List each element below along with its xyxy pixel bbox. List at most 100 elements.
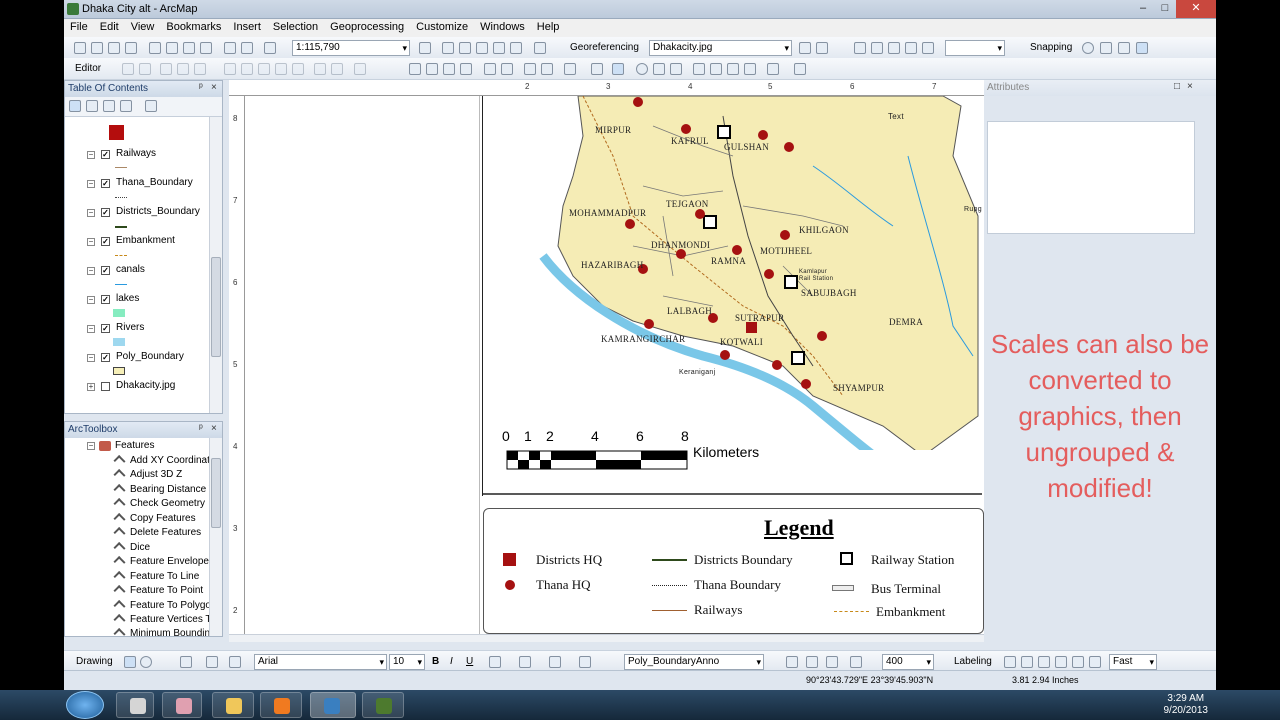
layout-toolbar-icon[interactable] bbox=[854, 42, 866, 54]
map-scale-select[interactable]: 1:115,790 bbox=[292, 40, 410, 56]
toc-layer-thana-boundary[interactable]: − ✓ Thana_Boundary bbox=[65, 177, 210, 191]
annotation-class-select[interactable]: Poly_BoundaryAnno bbox=[624, 654, 764, 670]
tool-item[interactable]: Feature To Point bbox=[65, 584, 210, 598]
toc-layer-dhakacity-jpg[interactable]: + Dhakacity.jpg bbox=[65, 380, 210, 394]
label-priority-icon[interactable] bbox=[1021, 656, 1033, 668]
python-window-icon[interactable] bbox=[510, 42, 522, 54]
goto-xy-icon[interactable] bbox=[727, 63, 739, 75]
paste-icon[interactable] bbox=[183, 42, 195, 54]
tool-item[interactable]: Add XY Coordinate bbox=[65, 454, 215, 468]
create-features-icon[interactable] bbox=[354, 63, 366, 75]
editor-toolbar-icon[interactable] bbox=[419, 42, 431, 54]
text-icon[interactable] bbox=[206, 656, 218, 668]
end-snap-icon[interactable] bbox=[1100, 42, 1112, 54]
layer-visibility-checkbox[interactable]: ✓ bbox=[101, 150, 110, 159]
labeling-menu[interactable]: Labeling bbox=[954, 656, 992, 667]
toolbox-scroll-thumb[interactable] bbox=[211, 458, 221, 528]
pin-icon[interactable]: ᵖ bbox=[199, 82, 203, 93]
toc-layer-railways[interactable]: − ✓ Railways bbox=[65, 148, 210, 162]
edit-vertices-icon[interactable] bbox=[224, 63, 236, 75]
find-icon[interactable] bbox=[693, 63, 705, 75]
menu-windows[interactable]: Windows bbox=[474, 19, 531, 35]
layer-visibility-checkbox[interactable]: ✓ bbox=[101, 324, 110, 333]
menu-customize[interactable]: Customize bbox=[410, 19, 474, 35]
menu-edit[interactable]: Edit bbox=[94, 19, 125, 35]
link-table-icon[interactable] bbox=[816, 42, 828, 54]
new-icon[interactable] bbox=[74, 42, 86, 54]
fixed-zoom-in-icon[interactable] bbox=[871, 42, 883, 54]
bold-button[interactable]: B bbox=[432, 656, 439, 667]
tool-item[interactable]: Adjust 3D Z bbox=[65, 468, 210, 482]
toc-scroll-thumb[interactable] bbox=[211, 257, 221, 357]
close-button[interactable]: ✕ bbox=[1176, 0, 1216, 18]
zoom-percent-input[interactable]: 400 bbox=[882, 654, 934, 670]
reshape-icon[interactable] bbox=[241, 63, 253, 75]
drawing-menu[interactable]: Drawing bbox=[76, 656, 113, 667]
save-icon[interactable] bbox=[108, 42, 120, 54]
expand-icon[interactable]: + bbox=[87, 383, 95, 391]
rotate-feature-icon[interactable] bbox=[292, 63, 304, 75]
fixed-zoom-out-icon[interactable] bbox=[888, 42, 900, 54]
find-route-icon[interactable] bbox=[710, 63, 722, 75]
tool-item[interactable]: Feature To Polygo bbox=[65, 599, 211, 613]
tool-item[interactable]: Feature Vertices To bbox=[65, 613, 216, 627]
label-weight-icon[interactable] bbox=[1038, 656, 1050, 668]
collapse-icon[interactable]: − bbox=[87, 180, 95, 188]
rectangle-icon[interactable] bbox=[180, 656, 192, 668]
vertex-snap-icon[interactable] bbox=[1118, 42, 1130, 54]
trace-icon[interactable] bbox=[194, 63, 206, 75]
html-popup-icon[interactable] bbox=[670, 63, 682, 75]
italic-button[interactable]: I bbox=[450, 656, 453, 667]
split-icon[interactable] bbox=[275, 63, 287, 75]
attributes-icon[interactable] bbox=[314, 63, 326, 75]
catalog-window-icon[interactable] bbox=[459, 42, 471, 54]
collapse-icon[interactable]: − bbox=[87, 209, 95, 217]
toolset-features[interactable]: − Features bbox=[65, 439, 210, 453]
open-icon[interactable] bbox=[91, 42, 103, 54]
tool-item[interactable]: Copy Features bbox=[65, 512, 210, 526]
list-by-visibility-icon[interactable] bbox=[103, 100, 115, 112]
rotation-input[interactable] bbox=[945, 40, 1005, 56]
maximize-button[interactable]: □ bbox=[1152, 0, 1178, 18]
toc-layer-lakes[interactable]: − ✓ lakes bbox=[65, 293, 210, 307]
menu-help[interactable]: Help bbox=[531, 19, 566, 35]
add-data-icon[interactable] bbox=[264, 42, 276, 54]
pin-icon[interactable]: ᵖ bbox=[199, 423, 203, 434]
measure-icon[interactable] bbox=[767, 63, 779, 75]
font-select[interactable]: Arial bbox=[254, 654, 387, 670]
label-manager-icon[interactable] bbox=[1004, 656, 1016, 668]
fill-color-icon[interactable] bbox=[519, 656, 531, 668]
hyperlink-icon[interactable] bbox=[653, 63, 665, 75]
model-builder-icon[interactable] bbox=[534, 42, 546, 54]
georeferencing-menu[interactable]: Georeferencing bbox=[570, 42, 639, 53]
toolbox-scrollbar[interactable] bbox=[209, 438, 222, 636]
edit-tool-icon[interactable] bbox=[122, 63, 134, 75]
list-by-source-icon[interactable] bbox=[86, 100, 98, 112]
menu-view[interactable]: View bbox=[125, 19, 161, 35]
ungroup-icon[interactable] bbox=[850, 656, 862, 668]
print-icon[interactable] bbox=[125, 42, 137, 54]
map-frame[interactable]: MIRPUR KAFRUL GULSHAN TEJGAON MOHAMMADPU… bbox=[482, 96, 982, 496]
close-attributes-icon[interactable]: × bbox=[1187, 81, 1193, 92]
group-icon[interactable] bbox=[826, 656, 838, 668]
endpoint-arc-icon[interactable] bbox=[177, 63, 189, 75]
full-extent-icon[interactable] bbox=[460, 63, 472, 75]
layout-view[interactable]: 2 3 4 5 6 7 8 7 6 5 4 3 2 MIRPUR KAFRUL … bbox=[229, 80, 984, 642]
legend-box[interactable]: Legend Districts HQ Thana HQ Districts B… bbox=[483, 508, 984, 634]
toc-options-icon[interactable] bbox=[145, 100, 157, 112]
straight-segment-icon[interactable] bbox=[160, 63, 172, 75]
pause-labeling-icon[interactable] bbox=[1072, 656, 1084, 668]
view-unplaced-icon[interactable] bbox=[1089, 656, 1101, 668]
lock-labels-icon[interactable] bbox=[1055, 656, 1067, 668]
point-snap-icon[interactable] bbox=[1082, 42, 1094, 54]
layout-horizontal-scrollbar[interactable] bbox=[229, 634, 984, 642]
clear-selection-icon[interactable] bbox=[591, 63, 603, 75]
list-by-selection-icon[interactable] bbox=[120, 100, 132, 112]
select-features-icon[interactable] bbox=[564, 63, 576, 75]
tool-item[interactable]: Feature To Line bbox=[65, 570, 210, 584]
layer-visibility-checkbox[interactable]: ✓ bbox=[101, 353, 110, 362]
select-elements-arrow-icon[interactable] bbox=[124, 656, 136, 668]
convert-graphics-icon[interactable] bbox=[806, 656, 818, 668]
fixed-zoom-in-map-icon[interactable] bbox=[484, 63, 496, 75]
menu-selection[interactable]: Selection bbox=[267, 19, 324, 35]
